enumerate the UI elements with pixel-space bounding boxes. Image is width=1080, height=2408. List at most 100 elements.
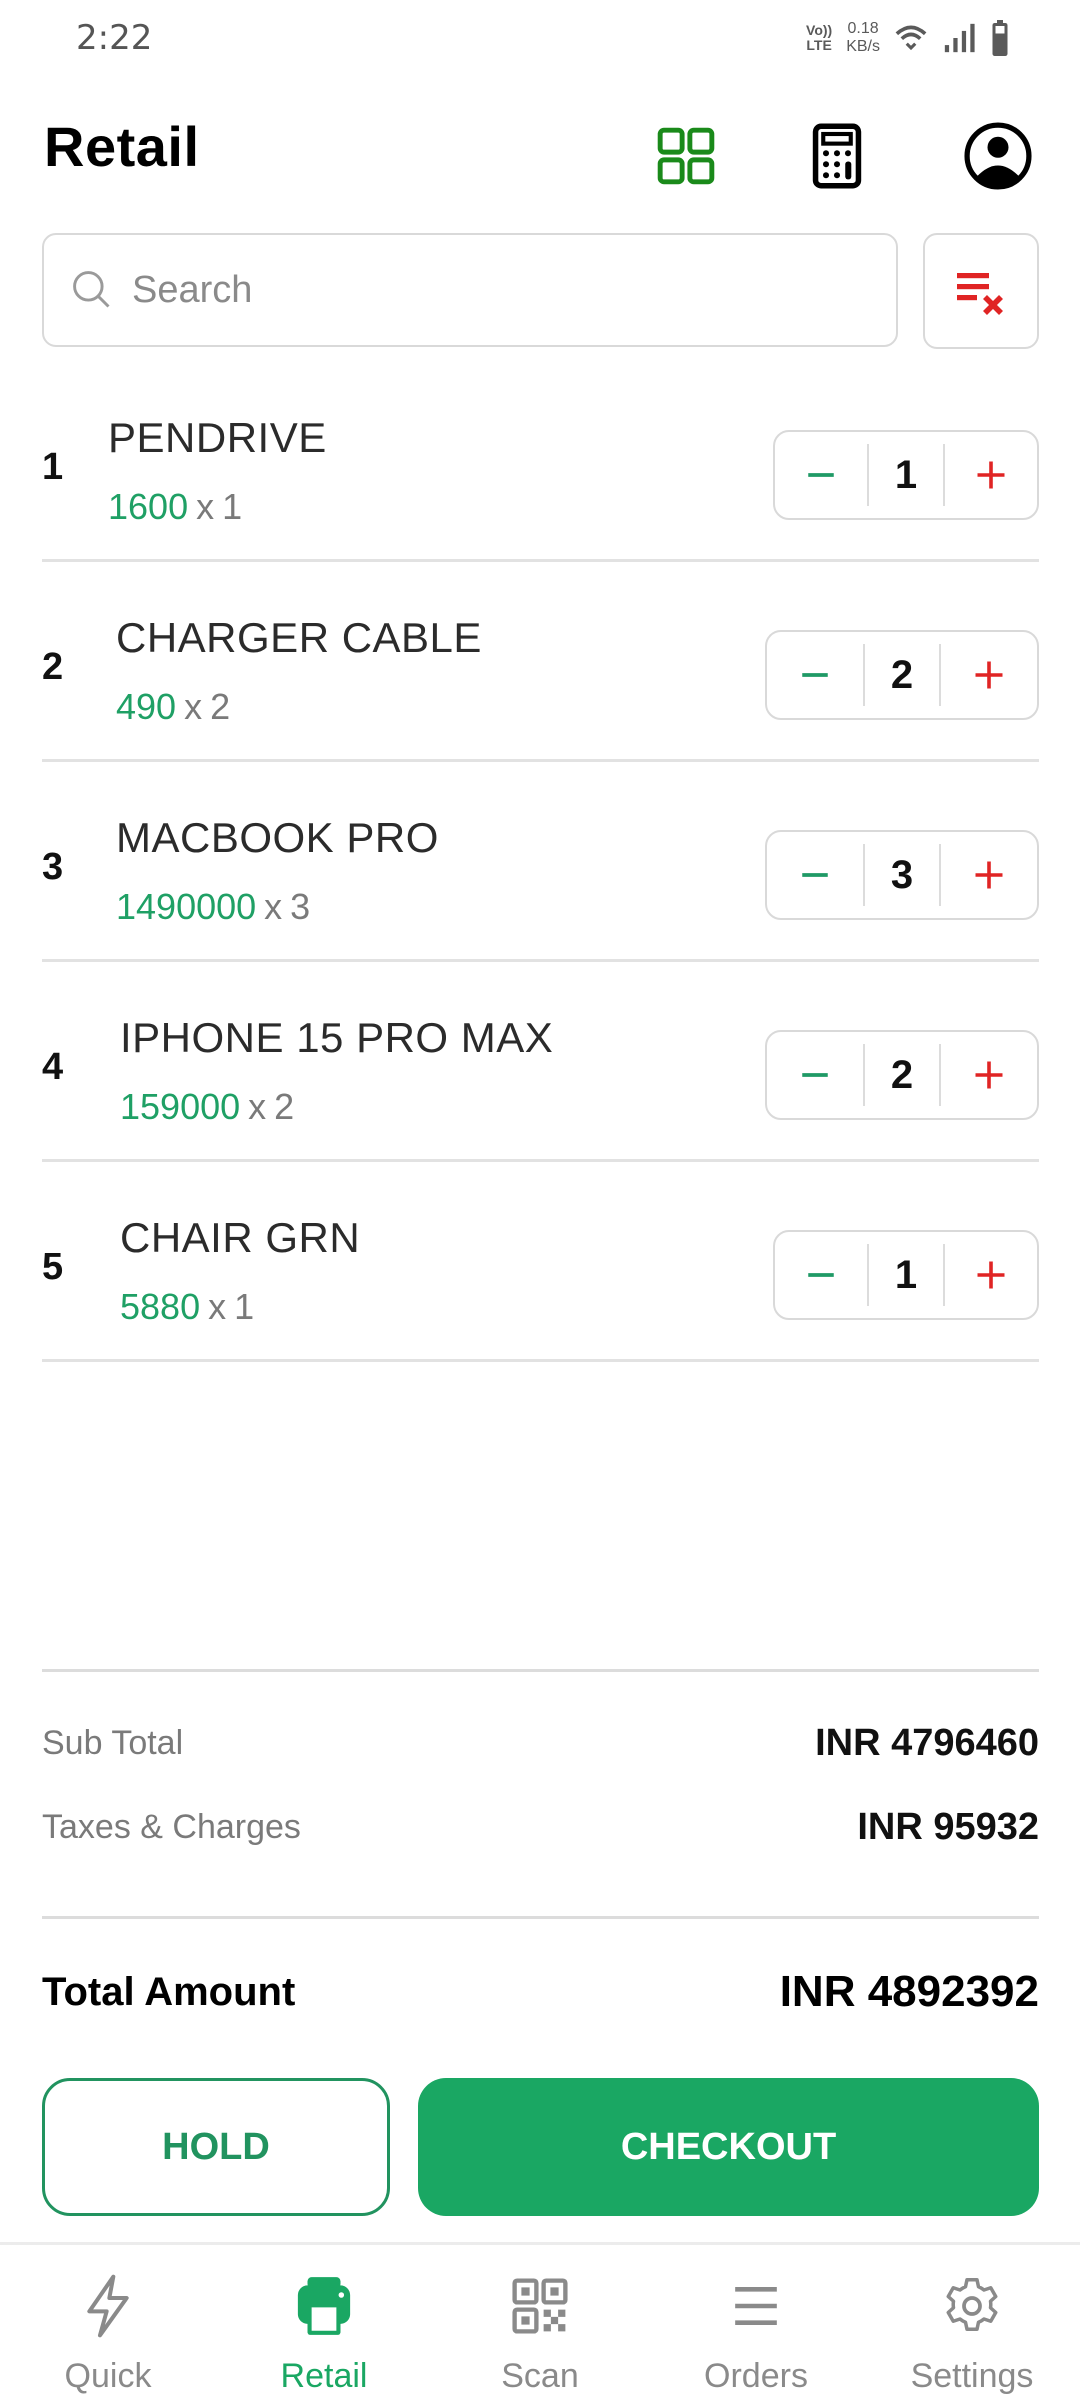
quantity-value[interactable]: 2	[865, 1053, 939, 1098]
calculator-icon	[812, 123, 862, 189]
item-price-line: 490 x 2	[116, 686, 230, 728]
item-qty-label: 1	[222, 486, 243, 527]
increment-button[interactable]	[945, 432, 1037, 518]
plus-icon	[975, 661, 1003, 689]
minus-icon	[802, 873, 828, 877]
subtotal-label: Sub Total	[42, 1724, 184, 1762]
lightning-icon	[73, 2271, 143, 2341]
subtotal-value: INR 4796460	[815, 1722, 1039, 1764]
nav-item-orders[interactable]: Orders	[648, 2245, 864, 2408]
cart-item-list: 1 PENDRIVE 1600 x 1 1 2 CHARGER CABLE 490 x…	[42, 362, 1039, 1362]
cart-item-row[interactable]: 4 IPHONE 15 PRO MAX 159000 x 2 2	[42, 962, 1039, 1162]
increment-button[interactable]	[941, 832, 1037, 918]
decrement-button[interactable]	[775, 1232, 867, 1318]
total-label: Total Amount	[42, 1969, 296, 2014]
item-name: MACBOOK PRO	[116, 814, 439, 861]
decrement-button[interactable]	[767, 1032, 863, 1118]
nav-item-quick[interactable]: Quick	[0, 2245, 216, 2408]
nav-item-retail[interactable]: Retail	[216, 2245, 432, 2408]
increment-button[interactable]	[941, 632, 1037, 718]
plus-icon	[977, 461, 1005, 489]
item-name: CHARGER CABLE	[116, 614, 482, 661]
item-index: 1	[42, 446, 64, 488]
grid-view-icon	[657, 127, 715, 185]
total-divider	[42, 1916, 1039, 1919]
status-icons: Vo)) LTE 0.18 KB/s	[806, 16, 1010, 60]
minus-icon	[808, 1273, 834, 1277]
item-qty-label: 1	[234, 1286, 255, 1327]
quantity-stepper: 3	[765, 830, 1039, 920]
volte-icon: Vo)) LTE	[806, 22, 833, 53]
item-qty-label: 2	[210, 686, 231, 727]
minus-icon	[802, 673, 828, 677]
page-title: Retail	[44, 115, 200, 178]
signal-icon	[944, 23, 975, 53]
wifi-icon	[895, 25, 927, 51]
decrement-button[interactable]	[767, 632, 863, 718]
qr-code-icon	[505, 2271, 575, 2341]
item-price-line: 159000 x 2	[120, 1086, 294, 1128]
increment-button[interactable]	[941, 1032, 1037, 1118]
taxes-row: Taxes & Charges INR 95932	[42, 1806, 1039, 1849]
battery-icon	[992, 20, 1008, 56]
increment-button[interactable]	[945, 1232, 1037, 1318]
account-button[interactable]	[960, 118, 1036, 194]
quantity-stepper: 1	[773, 1230, 1039, 1320]
quantity-stepper: 2	[765, 630, 1039, 720]
item-price: 1490000	[116, 886, 257, 927]
quantity-value[interactable]: 1	[869, 1253, 943, 1298]
quantity-stepper: 1	[773, 430, 1039, 520]
item-price-line: 5880 x 1	[120, 1286, 254, 1328]
nav-label: Retail	[280, 2357, 368, 2395]
minus-icon	[802, 1073, 828, 1077]
plus-icon	[977, 1261, 1005, 1289]
item-index: 3	[42, 846, 64, 888]
nav-label: Scan	[501, 2357, 579, 2395]
cart-item-row[interactable]: 5 CHAIR GRN 5880 x 1 1	[42, 1162, 1039, 1362]
taxes-label: Taxes & Charges	[42, 1808, 301, 1846]
decrement-button[interactable]	[767, 832, 863, 918]
total-row: Total Amount INR 4892392	[42, 1967, 1039, 2017]
cart-item-row[interactable]: 1 PENDRIVE 1600 x 1 1	[42, 362, 1039, 562]
nav-label: Orders	[704, 2357, 808, 2395]
cart-item-row[interactable]: 3 MACBOOK PRO 1490000 x 3 3	[42, 762, 1039, 962]
checkout-button[interactable]: CHECKOUT	[418, 2078, 1039, 2216]
account-icon	[964, 122, 1032, 190]
item-index: 4	[42, 1046, 64, 1088]
search-input[interactable]	[132, 268, 832, 312]
nav-item-settings[interactable]: Settings	[864, 2245, 1080, 2408]
item-price: 5880	[120, 1286, 201, 1327]
item-multiply: x	[208, 1286, 227, 1327]
item-price: 490	[116, 686, 177, 727]
plus-icon	[975, 861, 1003, 889]
quantity-value[interactable]: 1	[869, 453, 943, 498]
hold-button[interactable]: HOLD	[42, 2078, 390, 2216]
calculator-button[interactable]	[799, 118, 875, 194]
app-header: Retail	[0, 100, 1080, 210]
nav-item-scan[interactable]: Scan	[432, 2245, 648, 2408]
clear-cart-button[interactable]	[923, 233, 1039, 349]
status-bar: 2:22 Vo)) LTE 0.18 KB/s	[0, 0, 1080, 80]
plus-icon	[975, 1061, 1003, 1089]
net-speed: 0.18 KB/s	[846, 20, 880, 55]
item-multiply: x	[184, 686, 203, 727]
item-index: 2	[42, 646, 64, 688]
quantity-value[interactable]: 3	[865, 853, 939, 898]
status-time: 2:22	[76, 18, 153, 58]
grid-view-button[interactable]	[648, 118, 724, 194]
list-icon	[721, 2271, 791, 2341]
quantity-value[interactable]: 2	[865, 653, 939, 698]
cart-item-row[interactable]: 2 CHARGER CABLE 490 x 2 2	[42, 562, 1039, 762]
search-icon	[73, 271, 110, 308]
gear-icon	[937, 2271, 1007, 2341]
quantity-stepper: 2	[765, 1030, 1039, 1120]
item-name: IPHONE 15 PRO MAX	[120, 1014, 554, 1061]
item-multiply: x	[196, 486, 215, 527]
item-price-line: 1600 x 1	[108, 486, 242, 528]
subtotal-row: Sub Total INR 4796460	[42, 1722, 1039, 1765]
item-multiply: x	[248, 1086, 267, 1127]
item-qty-label: 3	[290, 886, 311, 927]
decrement-button[interactable]	[775, 432, 867, 518]
item-multiply: x	[264, 886, 283, 927]
search-box	[42, 233, 898, 347]
